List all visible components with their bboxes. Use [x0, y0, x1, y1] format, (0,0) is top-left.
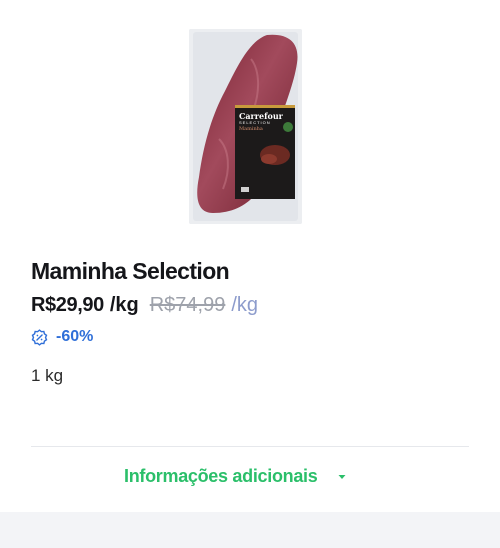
price-row: R$29,90 /kg R$74,99 /kg	[31, 294, 258, 317]
package-label-text: Maminha	[239, 126, 263, 132]
current-price: R$29,90	[31, 294, 104, 316]
additional-info-button[interactable]: Informações adicionais	[124, 466, 347, 487]
old-price: R$74,99	[149, 294, 226, 316]
product-weight: 1 kg	[31, 366, 64, 385]
product-name: Maminha Selection	[31, 258, 230, 284]
product-image[interactable]: Carrefour SELECTION Maminha	[189, 29, 302, 224]
current-price-unit: /kg	[109, 294, 139, 316]
old-price-unit: /kg	[231, 294, 259, 316]
discount-badge: -60%	[31, 328, 93, 346]
footer-band	[0, 512, 500, 548]
divider	[31, 446, 469, 447]
package-line-text: SELECTION	[239, 120, 271, 125]
additional-info-label: Informações adicionais	[124, 466, 318, 486]
discount-percentage: -60%	[56, 328, 94, 345]
chevron-down-icon	[338, 474, 346, 479]
discount-badge-icon	[31, 328, 48, 346]
